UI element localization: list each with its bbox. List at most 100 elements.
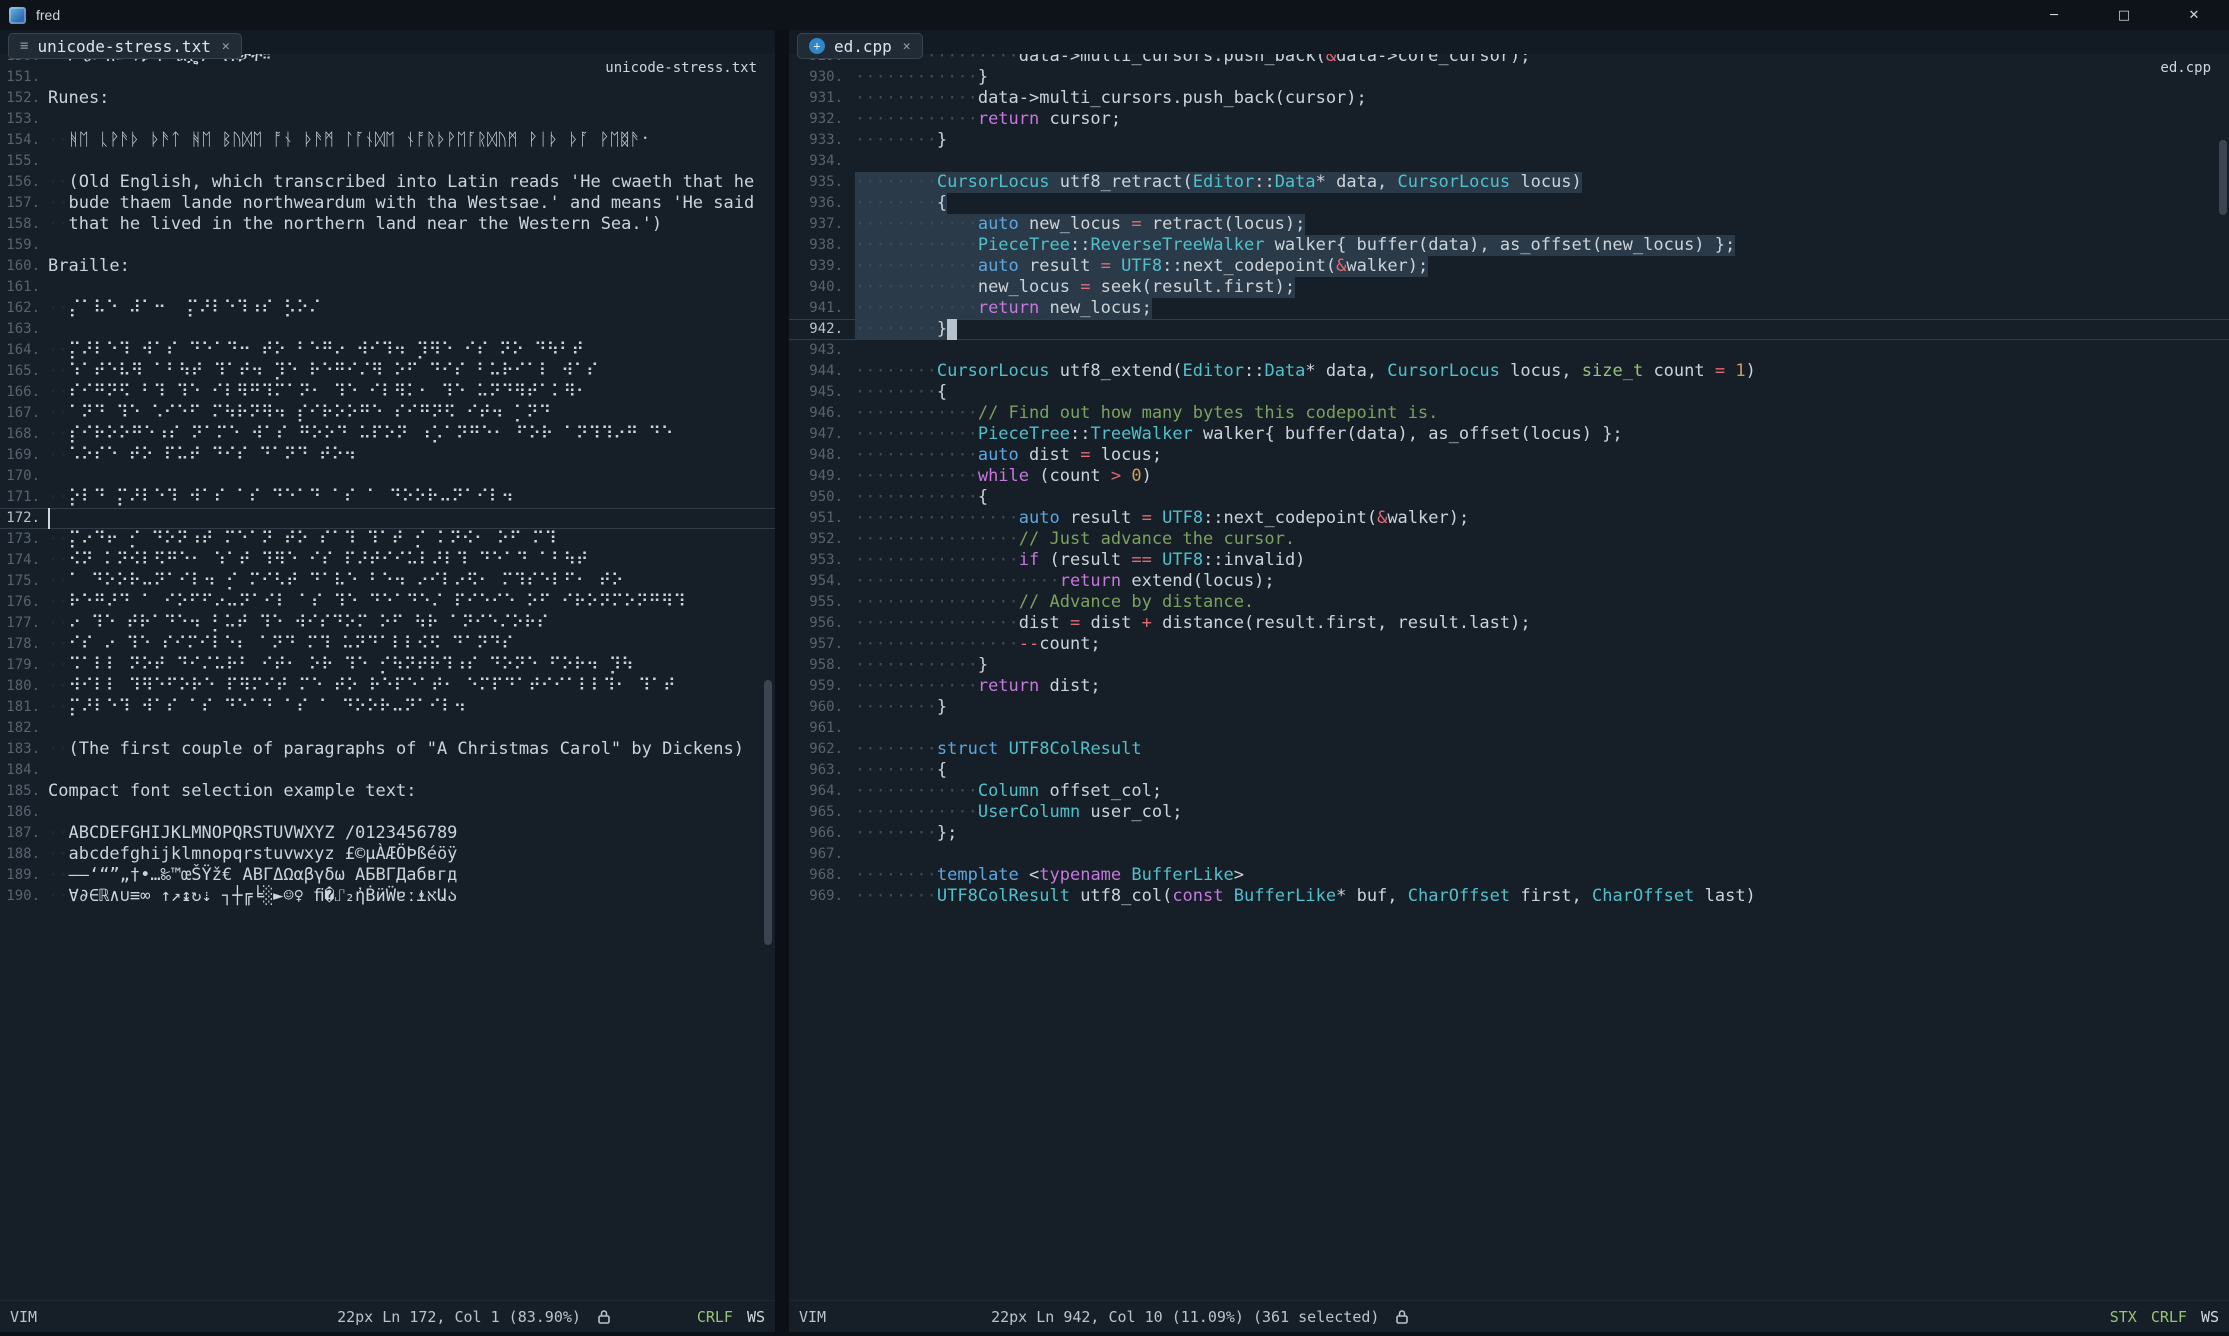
code-line[interactable]: 931.············data->multi_cursors.push…	[789, 88, 2229, 109]
code-line[interactable]: 936.········{	[789, 193, 2229, 214]
code-line[interactable]: 953.················if (result == UTF8::…	[789, 550, 2229, 571]
code-line[interactable]: 158.··that he lived in the northern land…	[0, 214, 775, 235]
code-line[interactable]: 967.	[789, 844, 2229, 865]
code-line[interactable]: 169.··⠡⠕⠎⠑ ⠞⠕ ⠏⠥⠞ ⠙⠊⠎ ⠙⠁⠝⠙ ⠞⠕⠲	[0, 445, 775, 466]
text-viewport-right[interactable]: 929.················data->multi_cursors.…	[789, 54, 2229, 1300]
code-line[interactable]: 179.··⠩⠁⠇⠇ ⠝⠕⠞ ⠙⠊⠌⠥⠗⠃ ⠊⠞⠂ ⠕⠗ ⠹⠑ ⡊⠳⠝⠞⠗⠹⠰⠎…	[0, 655, 775, 676]
code-line[interactable]: 959.············return dist;	[789, 676, 2229, 697]
pane-divider[interactable]	[775, 30, 789, 1332]
code-line[interactable]: 168.··⡎⠊⠗⠕⠕⠛⠑⠰⠎ ⠝⠁⠍⠑ ⠺⠁⠎ ⠛⠕⠕⠙ ⠥⠏⠕⠝ ⠰⡡⠁⠝⠛…	[0, 424, 775, 445]
code-line[interactable]: 176.··⠗⠑⠛⠜⠙ ⠁ ⠊⠕⠋⠋⠔⠤⠝⠁⠊⠇ ⠁⠎ ⠹⠑ ⠙⠑⠁⠙⠑⠌ ⠏⠊…	[0, 592, 775, 613]
code-line[interactable]: 189.··–—‘“”„†•…‰™œŠŸž€ ΑΒΓΔΩαβγδω АБВГДа…	[0, 865, 775, 886]
code-line[interactable]: 935.········CursorLocus utf8_retract(Edi…	[789, 172, 2229, 193]
tab-ed-cpp[interactable]: + ed.cpp ✕	[797, 33, 923, 59]
code-line[interactable]: 182.	[0, 718, 775, 739]
code-line[interactable]: 966.········};	[789, 823, 2229, 844]
code-line[interactable]: 937.············auto new_locus = retract…	[789, 214, 2229, 235]
code-line[interactable]: 152.Runes:	[0, 88, 775, 109]
code-line[interactable]: 178.··⠊⠎ ⠔ ⠹⠑ ⠎⠊⠍⠊⠇⠑⠆ ⠁⠝⠙ ⠍⠹ ⠥⠝⠙⠁⠇⠇⠪⠫ ⠙⠁…	[0, 634, 775, 655]
code-line[interactable]: 952.················// Just advance the …	[789, 529, 2229, 550]
code-line[interactable]: 964.············Column offset_col;	[789, 781, 2229, 802]
code-line[interactable]: 961.	[789, 718, 2229, 739]
code-line[interactable]: 956.················dist = dist + distan…	[789, 613, 2229, 634]
code-line[interactable]: 948.············auto dist = locus;	[789, 445, 2229, 466]
scrollbar-thumb-left[interactable]	[764, 680, 772, 945]
code-line[interactable]: 167.··⠁⠝⠙ ⠹⠑ ⠡⠊⠑⠋ ⠍⠳⠗⠝⠻⠲ ⡎⠊⠗⠕⠕⠛⠑ ⠎⠊⠛⠝⠫ ⠊…	[0, 403, 775, 424]
code-line[interactable]: 159.	[0, 235, 775, 256]
code-line[interactable]: 943.	[789, 340, 2229, 361]
code-line[interactable]: 163.	[0, 319, 775, 340]
code-line[interactable]: 946.············// Find out how many byt…	[789, 403, 2229, 424]
code-line[interactable]: 969.········UTF8ColResult utf8_col(const…	[789, 886, 2229, 907]
code-line[interactable]: 164.··⡍⠜⠇⠑⠹ ⠺⠁⠎ ⠙⠑⠁⠙⠒ ⠞⠕ ⠃⠑⠛⠔ ⠺⠊⠹⠲ ⡹⠻⠑ ⠊…	[0, 340, 775, 361]
code-line[interactable]: 940.············new_locus = seek(result.…	[789, 277, 2229, 298]
filename-overlay: unicode-stress.txt	[605, 60, 757, 76]
code-line[interactable]: 930.············}	[789, 67, 2229, 88]
code-line[interactable]: 963.········{	[789, 760, 2229, 781]
scrollbar-thumb-right[interactable]	[2219, 140, 2227, 215]
code-line[interactable]: 187.··ABCDEFGHIJKLMNOPQRSTUVWXYZ /012345…	[0, 823, 775, 844]
code-line[interactable]: 157.··bude thaem lande northweardum with…	[0, 193, 775, 214]
code-line[interactable]: 177.··⠔ ⠹⠑ ⠞⠗⠁⠙⠑⠲ ⡃⠥⠞ ⠹⠑ ⠺⠊⠎⠙⠕⠍ ⠕⠋ ⠳⠗ ⠁⠝…	[0, 613, 775, 634]
editor-right[interactable]: + ed.cpp ✕ ed.cpp 929.················da…	[789, 30, 2229, 1300]
tab-close-icon[interactable]: ✕	[903, 39, 911, 54]
code-line[interactable]: 942.········}	[789, 319, 2229, 340]
code-line[interactable]: 944.········CursorLocus utf8_extend(Edit…	[789, 361, 2229, 382]
code-line[interactable]: 172.	[0, 508, 775, 529]
tab-unicode-stress[interactable]: ≡ unicode-stress.txt ✕	[8, 33, 242, 59]
code-line[interactable]: 162.··⡌⠁⠧⠑ ⠼⠁⠒ ⡍⠜⠇⠑⠹⠰⠎ ⡣⠕⠌	[0, 298, 775, 319]
code-line[interactable]: 180.··⠺⠊⠇⠇ ⠹⠻⠑⠋⠕⠗⠑ ⠏⠻⠍⠊⠞ ⠍⠑ ⠞⠕ ⠗⠑⠏⠑⠁⠞⠂ ⠑…	[0, 676, 775, 697]
code-line[interactable]: 950.············{	[789, 487, 2229, 508]
close-button[interactable]: ✕	[2159, 0, 2229, 30]
code-line[interactable]: 947.············PieceTree::TreeWalker wa…	[789, 424, 2229, 445]
code-line[interactable]: 156.··(Old English, which transcribed in…	[0, 172, 775, 193]
code-line[interactable]: 154.··ᚻᛖ ᚳᚹᚫᚦ ᚦᚫᛏ ᚻᛖ ᛒᚢᛞᛖ ᚩᚾ ᚦᚫᛗ ᛚᚪᚾᛞᛖ ᚾ…	[0, 130, 775, 151]
code-line[interactable]: 170.	[0, 466, 775, 487]
code-line[interactable]: 186.	[0, 802, 775, 823]
code-line[interactable]: 949.············while (count > 0)	[789, 466, 2229, 487]
line-number: 932.	[789, 109, 843, 130]
line-number: 186.	[0, 802, 40, 823]
code-line[interactable]: 165.··⠱⠁⠞⠑⠧⠻ ⠁⠃⠳⠞ ⠹⠁⠞⠲ ⡹⠑ ⠗⠑⠛⠊⠌⠻ ⠕⠋ ⠙⠊⠎ …	[0, 361, 775, 382]
code-line[interactable]: 175.··⠁ ⠙⠕⠕⠗⠤⠝⠁⠊⠇⠲ ⡊ ⠍⠊⠣⠞ ⠙⠁⠧⠑ ⠃⠑⠲ ⠔⠊⠇⠔⠫…	[0, 571, 775, 592]
code-line[interactable]: 153.	[0, 109, 775, 130]
code-line[interactable]: 188.··abcdefghijklmnopqrstuvwxyz £©µÀÆÖÞ…	[0, 844, 775, 865]
text-viewport-left[interactable]: 150.··ሥራ ከመፍታት ልጄን ላፋታት።151.152.Runes:15…	[0, 54, 775, 1300]
maximize-button[interactable]: □	[2089, 0, 2159, 30]
code-line[interactable]: 965.············UserColumn user_col;	[789, 802, 2229, 823]
code-line[interactable]: 190.··∀∂∈ℝ∧∪≡∞ ↑↗↨↻⇣ ┐┼╔╘░►☺♀ ﬁ�⑀₂ἠḂӥẄɐː…	[0, 886, 775, 907]
code-line[interactable]: 173.··⡍⠔⠙⠖ ⡊ ⠙⠕⠝⠰⠞ ⠍⠑⠁⠝ ⠞⠕ ⠎⠁⠹ ⠹⠁⠞ ⡊ ⠅⠝⠪…	[0, 529, 775, 550]
code-line[interactable]: 945.········{	[789, 382, 2229, 403]
editor-left[interactable]: ≡ unicode-stress.txt ✕ unicode-stress.tx…	[0, 30, 775, 1300]
code-line[interactable]: 962.········struct UTF8ColResult	[789, 739, 2229, 760]
code-line[interactable]: 955.················// Advance by distan…	[789, 592, 2229, 613]
code-line[interactable]: 939.············auto result = UTF8::next…	[789, 256, 2229, 277]
code-line[interactable]: 957.················--count;	[789, 634, 2229, 655]
code-line[interactable]: 934.	[789, 151, 2229, 172]
tab-close-icon[interactable]: ✕	[222, 39, 230, 54]
code-line[interactable]: 160.Braille:	[0, 256, 775, 277]
code-line[interactable]: 181.··⡍⠜⠇⠑⠹ ⠺⠁⠎ ⠁⠎ ⠙⠑⠁⠙ ⠁⠎ ⠁ ⠙⠕⠕⠗⠤⠝⠁⠊⠇⠲	[0, 697, 775, 718]
code-line[interactable]: 932.············return cursor;	[789, 109, 2229, 130]
code-line[interactable]: 968.········template <typename BufferLik…	[789, 865, 2229, 886]
minimize-button[interactable]: ─	[2019, 0, 2089, 30]
code-line[interactable]: 958.············}	[789, 655, 2229, 676]
code-line[interactable]: 161.	[0, 277, 775, 298]
code-line[interactable]: 155.	[0, 151, 775, 172]
code-line[interactable]: 174.··⠪⠝ ⠅⠝⠪⠇⠫⠛⠑⠂ ⠱⠁⠞ ⠹⠻⠑ ⠊⠎ ⠏⠜⠞⠊⠊⠥⠇⠜⠇⠹ …	[0, 550, 775, 571]
code-line[interactable]: 954.····················return extend(lo…	[789, 571, 2229, 592]
line-number: 181.	[0, 697, 40, 718]
code-line[interactable]: 185.Compact font selection example text:	[0, 781, 775, 802]
whitespace-dots: ············	[855, 88, 978, 108]
code-line[interactable]: 929.················data->multi_cursors.…	[789, 54, 2229, 67]
code-line[interactable]: 960.········}	[789, 697, 2229, 718]
code-line[interactable]: 184.	[0, 760, 775, 781]
code-line[interactable]: 951.················auto result = UTF8::…	[789, 508, 2229, 529]
code-line[interactable]: 941.············return new_locus;	[789, 298, 2229, 319]
code-line[interactable]: 171.··⡕⠇⠙ ⡍⠜⠇⠑⠹ ⠺⠁⠎ ⠁⠎ ⠙⠑⠁⠙ ⠁⠎ ⠁ ⠙⠕⠕⠗⠤⠝⠁…	[0, 487, 775, 508]
code-line[interactable]: 938.············PieceTree::ReverseTreeWa…	[789, 235, 2229, 256]
code-line[interactable]: 166.··⠎⠊⠛⠝⠫ ⠃⠹ ⠹⠑ ⠊⠇⠻⠛⠹⠍⠁⠝⠂ ⠹⠑ ⠊⠇⠻⠅⠂ ⠹⠑ …	[0, 382, 775, 403]
whitespace-dots: ················	[855, 592, 1019, 612]
code-line[interactable]: 183.··(The first couple of paragraphs of…	[0, 739, 775, 760]
code-line[interactable]: 933.········}	[789, 130, 2229, 151]
